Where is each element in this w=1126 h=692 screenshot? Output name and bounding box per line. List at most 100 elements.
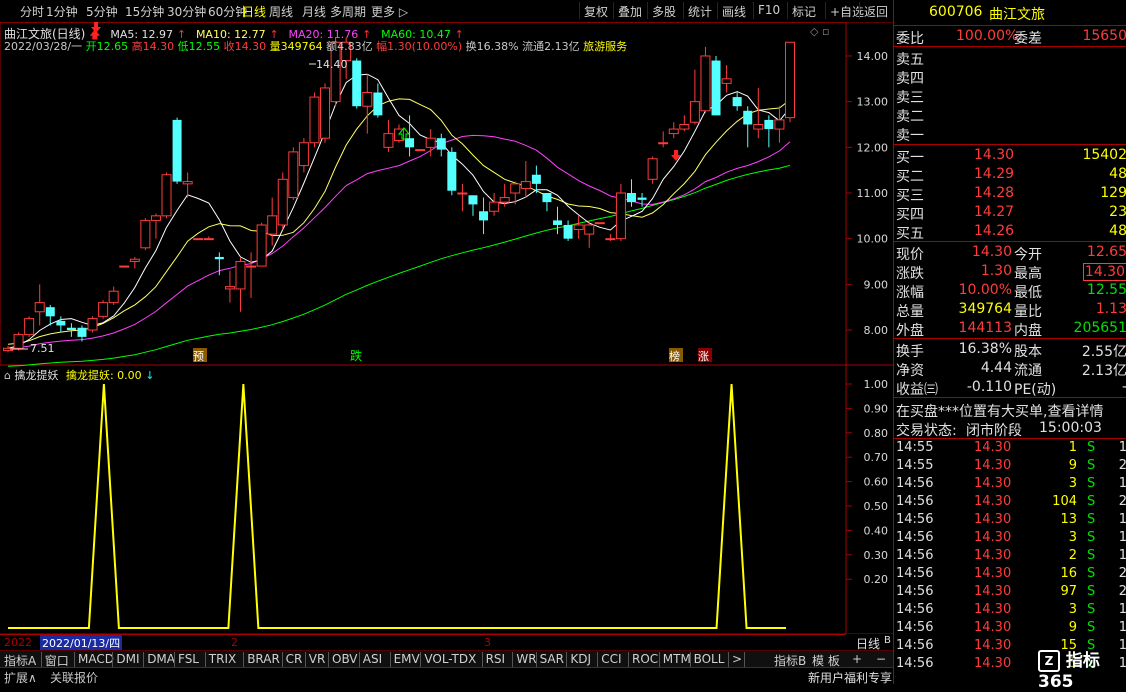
related-quote-button[interactable]: 关联报价 xyxy=(50,669,98,686)
indicator-tab-7[interactable]: BRAR xyxy=(247,652,280,666)
candle[interactable] xyxy=(66,323,76,337)
candle[interactable] xyxy=(711,55,721,116)
candle[interactable] xyxy=(13,332,24,351)
candle[interactable] xyxy=(542,193,552,212)
toolbar-action-3[interactable]: 统计 xyxy=(688,3,712,20)
candle[interactable] xyxy=(637,193,647,207)
candle[interactable] xyxy=(468,195,478,216)
toolbar-action-0[interactable]: 复权 xyxy=(584,3,608,20)
toolbar-action-2[interactable]: 多股 xyxy=(652,3,676,20)
candle[interactable] xyxy=(224,270,235,303)
candle[interactable] xyxy=(753,87,764,139)
candle[interactable] xyxy=(594,222,605,225)
period-tab-4[interactable]: 30分钟 xyxy=(167,3,206,20)
candle[interactable] xyxy=(246,252,257,299)
candle[interactable] xyxy=(457,183,468,212)
period-tab-10[interactable]: 更多 ▷ xyxy=(371,3,408,20)
indicator-tab-13[interactable]: VOL-TDX xyxy=(424,652,476,666)
candle[interactable] xyxy=(119,265,130,268)
candle[interactable] xyxy=(108,286,119,305)
indicator-tab-9[interactable]: VR xyxy=(309,652,326,666)
candle[interactable] xyxy=(320,83,331,143)
candle[interactable] xyxy=(605,234,616,241)
candle[interactable] xyxy=(563,220,573,241)
candle[interactable] xyxy=(553,206,563,235)
indicator-tab-14[interactable]: RSI xyxy=(486,652,506,666)
indicator-tab-12[interactable]: EMV xyxy=(394,652,420,666)
indicator-tab-21[interactable]: BOLL xyxy=(694,652,725,666)
candle[interactable] xyxy=(129,256,140,269)
candle[interactable] xyxy=(98,300,109,319)
candle[interactable] xyxy=(362,74,373,134)
indicator-tab-18[interactable]: CCI xyxy=(601,652,621,666)
candle[interactable] xyxy=(172,117,182,184)
period-indicator[interactable]: 日线 B xyxy=(846,634,893,651)
candle[interactable] xyxy=(34,284,45,326)
candle[interactable] xyxy=(182,172,193,198)
candle[interactable] xyxy=(235,256,246,312)
candle[interactable] xyxy=(87,316,98,333)
candle[interactable] xyxy=(415,149,426,152)
candle[interactable] xyxy=(743,106,753,148)
indicator-tab-19[interactable]: ROC xyxy=(632,652,658,666)
candle[interactable] xyxy=(774,106,785,143)
toolbar-action-5[interactable]: F10 xyxy=(758,3,780,17)
promo-link[interactable]: 新用户福利专享 xyxy=(808,669,892,686)
toolbar-action-6[interactable]: 标记 xyxy=(792,3,816,20)
candle[interactable] xyxy=(383,119,394,152)
period-tab-6[interactable]: 日线 xyxy=(242,3,266,20)
period-tab-3[interactable]: 15分钟 xyxy=(125,3,164,20)
candle[interactable] xyxy=(140,218,151,251)
candle[interactable] xyxy=(489,193,500,216)
candle[interactable] xyxy=(785,41,795,123)
candle[interactable] xyxy=(150,213,161,239)
candle[interactable] xyxy=(373,83,383,118)
candle[interactable] xyxy=(764,115,774,148)
candle[interactable] xyxy=(256,222,267,267)
indicator-tab-8[interactable]: CR xyxy=(286,652,303,666)
indicator-tab-2[interactable]: MACD xyxy=(78,652,114,666)
candle[interactable] xyxy=(615,183,626,241)
candle[interactable] xyxy=(584,220,595,248)
indicator-tab-right-2[interactable]: + xyxy=(852,652,862,666)
candle[interactable] xyxy=(479,197,489,235)
candle[interactable] xyxy=(267,197,278,246)
candle[interactable] xyxy=(668,122,679,139)
candle[interactable] xyxy=(658,131,669,148)
period-tab-2[interactable]: 5分钟 xyxy=(86,3,118,20)
candle[interactable] xyxy=(436,133,446,157)
candle[interactable] xyxy=(298,138,309,173)
big-order-notice[interactable]: 在买盘***位置有大买单,查看详情 xyxy=(894,400,1126,420)
candle[interactable] xyxy=(56,316,66,333)
candle[interactable] xyxy=(352,58,362,109)
candle[interactable] xyxy=(520,161,531,198)
indicator-tab-11[interactable]: ASI xyxy=(363,652,382,666)
candle[interactable] xyxy=(573,215,584,239)
candle[interactable] xyxy=(161,172,172,219)
period-tab-1[interactable]: 1分钟 xyxy=(46,3,78,20)
candle[interactable] xyxy=(24,316,35,337)
indicator-tab-3[interactable]: DMI xyxy=(116,652,139,666)
candle[interactable] xyxy=(626,179,636,207)
settings-icon[interactable]: ⌂ xyxy=(4,369,11,382)
candle[interactable] xyxy=(203,236,214,241)
toolbar-action-8[interactable]: 返回 xyxy=(864,3,888,20)
candle[interactable] xyxy=(193,238,204,241)
period-tab-8[interactable]: 月线 xyxy=(302,3,326,20)
candle[interactable] xyxy=(277,172,288,230)
period-tab-0[interactable]: 分时 xyxy=(20,3,44,20)
toolbar-action-1[interactable]: 叠加 xyxy=(618,3,642,20)
indicator-tab-right-3[interactable]: − xyxy=(876,652,886,666)
period-tab-9[interactable]: 多周期 xyxy=(330,3,366,20)
candle[interactable] xyxy=(288,147,299,200)
candle[interactable] xyxy=(647,156,658,184)
indicator-tab-5[interactable]: FSL xyxy=(178,652,199,666)
candle[interactable] xyxy=(309,92,320,148)
kline-chart[interactable]: 14.00 13.00 12.00 11.00 10.00 9.00 8.00 1.00 0.… xyxy=(0,21,893,635)
kline-chart-area[interactable]: 14.00 13.00 12.00 11.00 10.00 9.00 8.00 1.00 0.… xyxy=(0,21,893,635)
indicator-tab-10[interactable]: OBV xyxy=(332,652,358,666)
indicator-tab-4[interactable]: DMA xyxy=(147,652,175,666)
candle[interactable] xyxy=(447,147,457,196)
indicator-tab-20[interactable]: MTM xyxy=(663,652,691,666)
indicator-tab-22[interactable]: > xyxy=(732,652,742,666)
